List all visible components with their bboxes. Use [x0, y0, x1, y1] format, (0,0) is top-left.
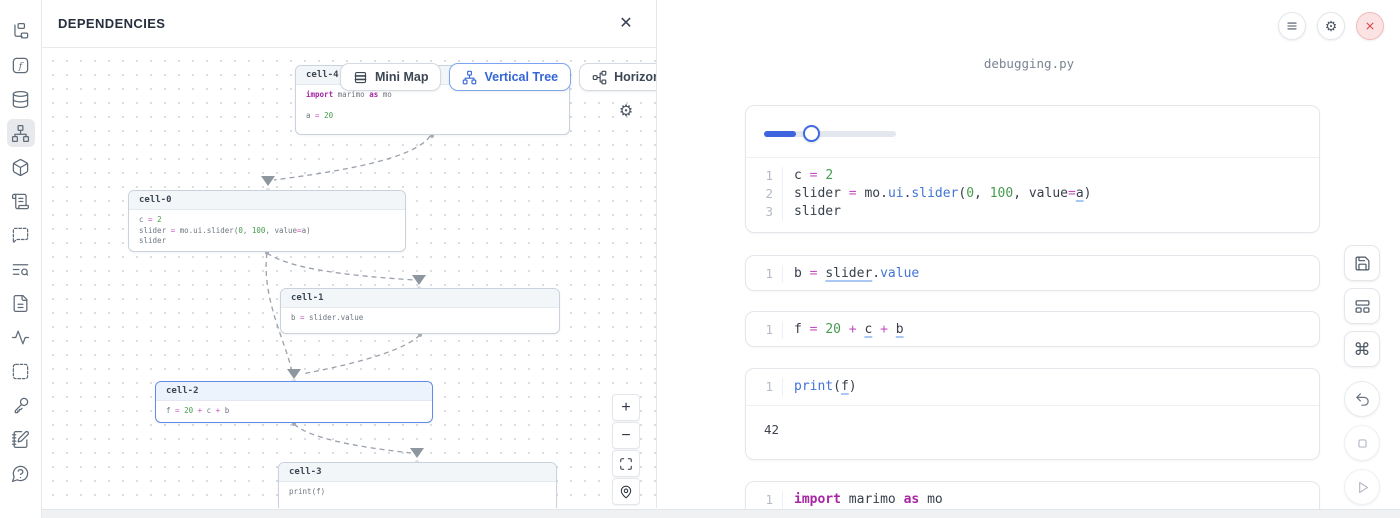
line-numbers: 123: [746, 167, 783, 221]
key-icon[interactable]: [7, 391, 35, 419]
app-controls: ⚙: [1278, 12, 1384, 40]
graph-node-code: c = 2slider = mo.ui.slider(0, 100, value…: [129, 210, 405, 252]
activity-icon[interactable]: [7, 323, 35, 351]
menu-button[interactable]: [1278, 12, 1306, 40]
graph-node-title: cell-0: [129, 191, 405, 210]
code-lines: c = 2slider = mo.ui.slider(0, 100, value…: [783, 167, 1091, 221]
svg-text:f: f: [18, 61, 24, 72]
vertical-tree-icon: [462, 70, 477, 85]
dependencies-title: DEPENDENCIES: [58, 16, 165, 31]
dependency-graph-icon[interactable]: [7, 119, 35, 147]
graph-view-toolbar: Mini Map Vertical Tree Horizontal Tree: [340, 63, 656, 91]
play-icon: [1354, 479, 1371, 496]
map-pin-icon: [619, 485, 633, 499]
database-icon[interactable]: [7, 85, 35, 113]
dependency-graph-canvas[interactable]: cell-4import marimo as mo a = 20cell-0c …: [42, 48, 656, 508]
cell-code-editor[interactable]: 1print(f): [746, 369, 1319, 405]
notebook-cell: 1print(f)42: [745, 368, 1320, 460]
vertical-tree-button[interactable]: Vertical Tree: [449, 63, 571, 91]
notebook-action-rail: ⌘: [1344, 245, 1380, 513]
notebook-cell: 1b = slider.value: [745, 255, 1320, 291]
slider-thumb[interactable]: [803, 125, 820, 142]
notebook-cell: 123c = 2slider = mo.ui.slider(0, 100, va…: [745, 105, 1320, 233]
package-icon[interactable]: [7, 153, 35, 181]
graph-node-cell-3[interactable]: cell-3print(f): [278, 462, 557, 508]
save-button[interactable]: [1344, 245, 1380, 281]
slider-fill: [764, 131, 796, 137]
save-icon: [1354, 255, 1371, 272]
code-lines: b = slider.value: [783, 265, 919, 283]
code-lines: print(f): [783, 378, 857, 396]
horizontal-tree-icon: [592, 70, 607, 85]
run-button[interactable]: [1344, 469, 1380, 505]
stop-button[interactable]: [1344, 425, 1380, 461]
graph-node-code: b = slider.value: [281, 308, 559, 329]
file-tree-icon[interactable]: [7, 17, 35, 45]
mini-map-button[interactable]: Mini Map: [340, 63, 441, 91]
mini-map-icon: [353, 70, 368, 85]
helper-sidebar: f: [0, 0, 42, 518]
stop-icon: [1354, 435, 1371, 452]
graph-node-cell-1[interactable]: cell-1b = slider.value: [280, 288, 560, 334]
close-panel-button[interactable]: ✕: [614, 12, 638, 36]
fit-view-button[interactable]: [612, 450, 640, 477]
settings-button[interactable]: ⚙: [1317, 12, 1345, 40]
notebook-filename: debugging.py: [658, 56, 1400, 71]
chat-icon[interactable]: [7, 221, 35, 249]
slider-widget[interactable]: [764, 125, 896, 143]
shutdown-button[interactable]: [1356, 12, 1384, 40]
cell-code-editor[interactable]: 1b = slider.value: [746, 256, 1319, 291]
close-icon: [1363, 19, 1377, 33]
fit-view-icon: [619, 457, 633, 471]
graph-node-cell-0[interactable]: cell-0c = 2slider = mo.ui.slider(0, 100,…: [128, 190, 406, 252]
scroll-icon[interactable]: [7, 187, 35, 215]
line-numbers: 1: [746, 321, 783, 339]
graph-node-title: cell-3: [279, 463, 556, 482]
list-search-icon[interactable]: [7, 255, 35, 283]
bottom-strip: [42, 509, 1400, 518]
zoom-in-button[interactable]: +: [612, 394, 640, 421]
notebook-editor: debugging.py 123c = 2slider = mo.ui.slid…: [658, 0, 1400, 518]
graph-node-code: print(f): [279, 482, 556, 503]
menu-icon: [1285, 19, 1299, 33]
command-palette-button[interactable]: ⌘: [1344, 331, 1380, 367]
graph-zoom-controls: + −: [612, 394, 640, 505]
cell-code-editor[interactable]: 1f = 20 + c + b: [746, 312, 1319, 347]
document-icon[interactable]: [7, 289, 35, 317]
dependencies-header: DEPENDENCIES ✕: [42, 0, 656, 48]
graph-settings-gear-icon[interactable]: ⚙: [614, 99, 638, 123]
snippets-icon[interactable]: [7, 357, 35, 385]
undo-icon: [1354, 391, 1371, 408]
graph-node-title: cell-1: [281, 289, 559, 308]
notebook-pen-icon[interactable]: [7, 425, 35, 453]
undo-button[interactable]: [1344, 381, 1380, 417]
cell-output-slider: [746, 106, 1319, 157]
gear-icon: ⚙: [1325, 19, 1338, 33]
command-icon: ⌘: [1354, 341, 1371, 358]
graph-node-title: cell-2: [156, 382, 432, 401]
graph-node-cell-2[interactable]: cell-2f = 20 + c + b: [155, 381, 433, 423]
line-numbers: 1: [746, 378, 783, 396]
line-numbers: 1: [746, 265, 783, 283]
graph-node-code: import marimo as mo a = 20: [296, 85, 569, 127]
code-lines: f = 20 + c + b: [783, 321, 904, 339]
help-icon[interactable]: [7, 459, 35, 487]
cell-code-editor[interactable]: 123c = 2slider = mo.ui.slider(0, 100, va…: [746, 158, 1319, 230]
layout-icon: [1354, 298, 1371, 315]
cell-console-output: 42: [746, 406, 1319, 457]
layout-button[interactable]: [1344, 288, 1380, 324]
locate-node-button[interactable]: [612, 478, 640, 505]
function-icon[interactable]: f: [7, 51, 35, 79]
graph-node-code: f = 20 + c + b: [156, 401, 432, 422]
zoom-out-button[interactable]: −: [612, 422, 640, 449]
notebook-cell: 1f = 20 + c + b: [745, 311, 1320, 347]
horizontal-tree-button[interactable]: Horizontal Tree: [579, 63, 656, 91]
dependencies-panel: DEPENDENCIES ✕: [42, 0, 657, 508]
marimo-app: f: [0, 0, 1400, 518]
